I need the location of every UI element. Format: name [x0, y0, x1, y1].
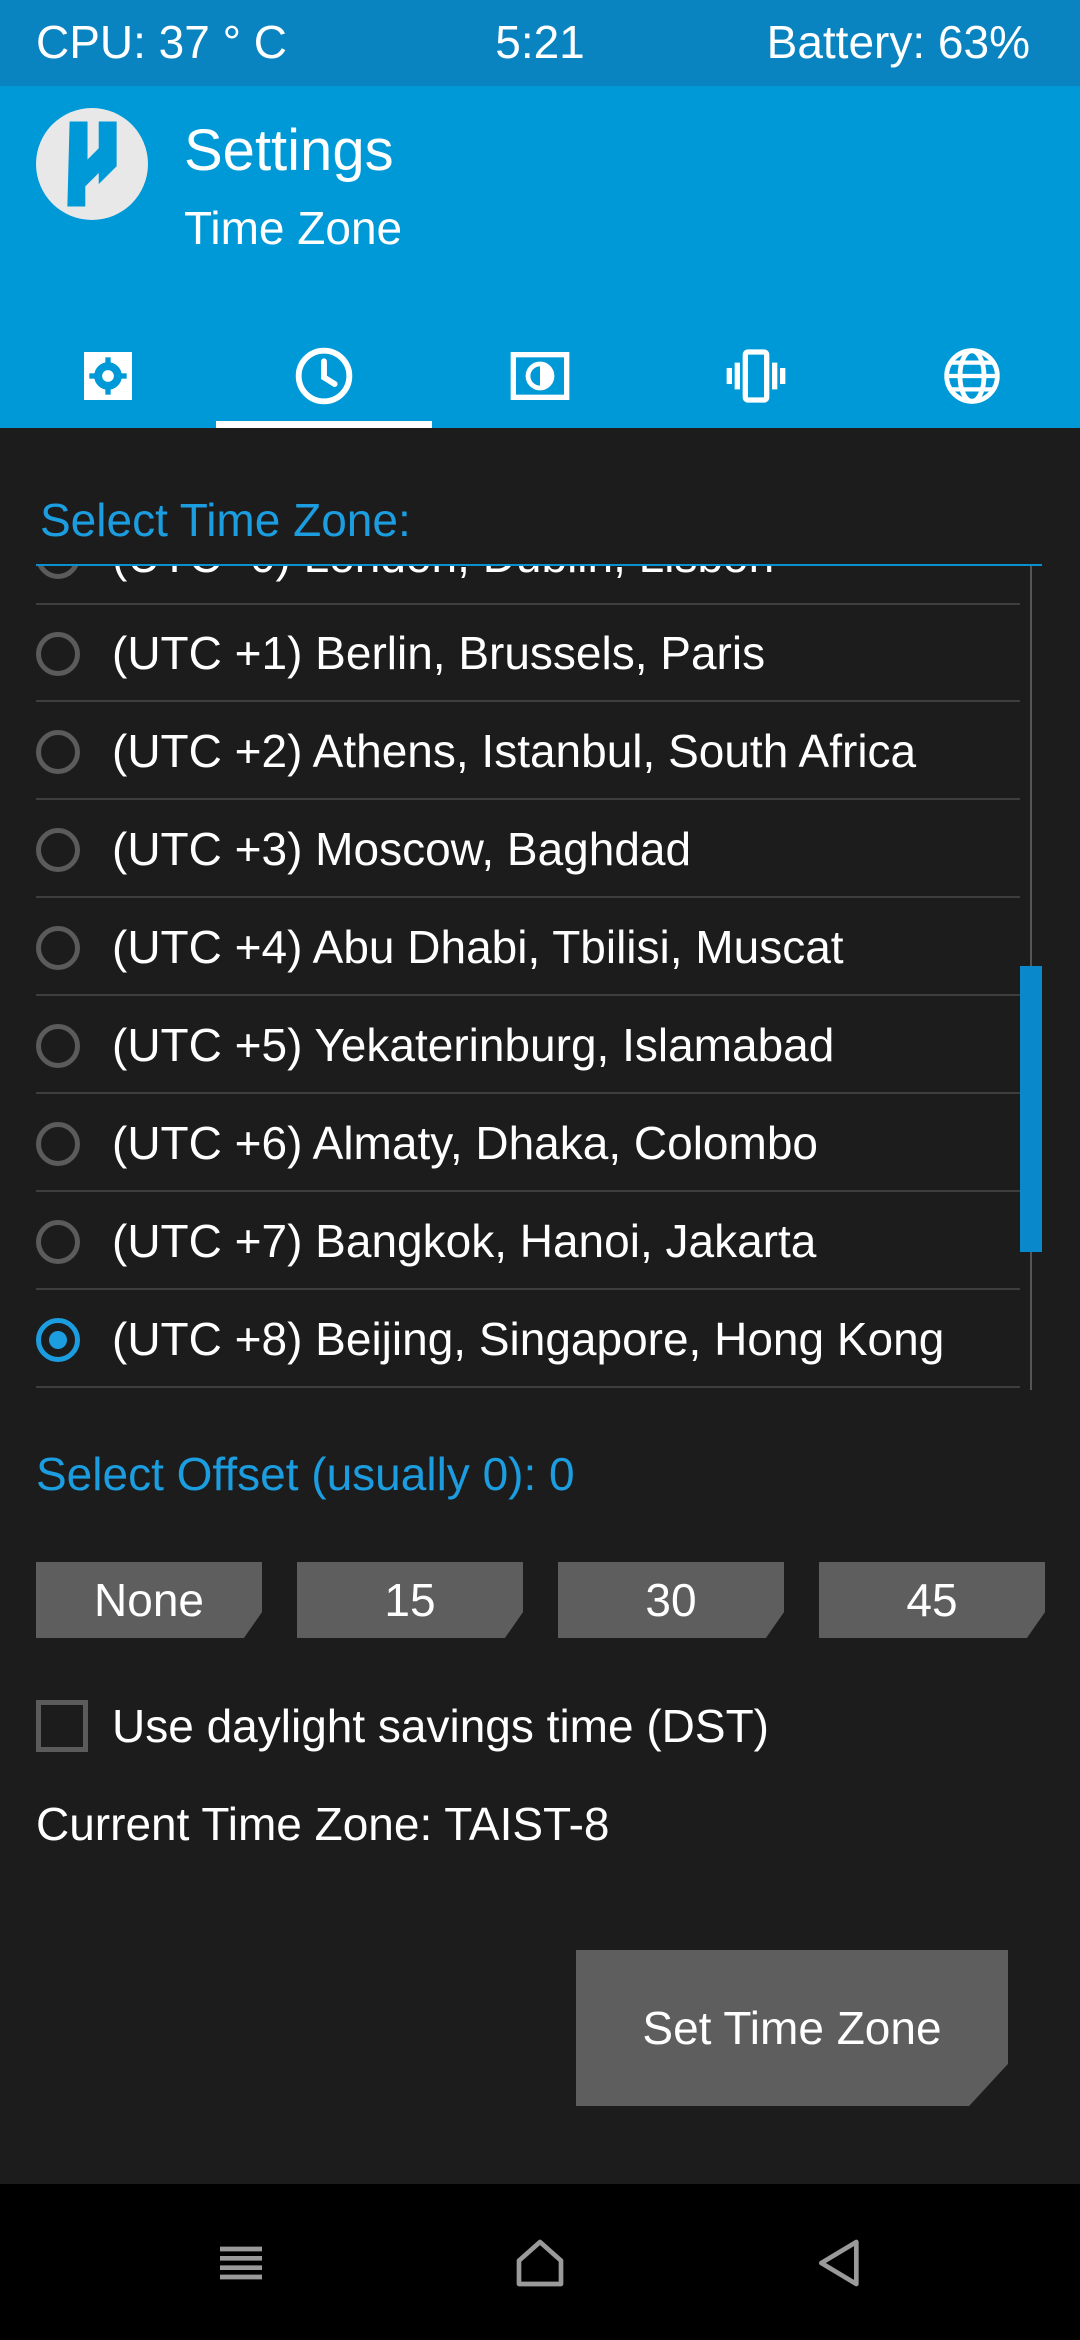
tab-screen[interactable] — [432, 324, 648, 428]
time-zone-label: (UTC -0) London, Dublin, Lisbon — [112, 566, 774, 586]
dst-label[interactable]: Use daylight savings time (DST) — [112, 1696, 769, 1756]
offset-45-button[interactable]: 45 — [819, 1562, 1045, 1638]
time-zone-option[interactable]: (UTC +4) Abu Dhabi, Tbilisi, Muscat — [36, 897, 1020, 996]
time-zone-list[interactable]: (UTC -0) London, Dublin, Lisbon (UTC +1)… — [36, 564, 1042, 1390]
home-icon — [516, 2239, 564, 2287]
navigation-bar — [0, 2184, 1080, 2340]
battery-level: Battery: 63% — [766, 16, 1030, 68]
list-scrollbar[interactable] — [1020, 966, 1042, 1252]
time-zone-label: (UTC +6) Almaty, Dhaka, Colombo — [112, 1117, 818, 1169]
tab-general[interactable] — [0, 324, 216, 428]
dst-checkbox[interactable] — [36, 1700, 88, 1752]
brightness-icon — [510, 352, 570, 400]
clock-icon — [295, 347, 353, 405]
radio-button[interactable] — [36, 730, 80, 774]
time-zone-label: (UTC +7) Bangkok, Hanoi, Jakarta — [112, 1215, 817, 1267]
time-zone-option[interactable]: (UTC +5) Yekaterinburg, Islamabad — [36, 995, 1020, 1094]
time-zone-option[interactable]: (UTC +3) Moscow, Baghdad — [36, 799, 1020, 898]
home-button[interactable] — [495, 2218, 585, 2308]
tab-language[interactable] — [864, 324, 1080, 428]
radio-button-selected[interactable] — [36, 1318, 80, 1362]
time-zone-option[interactable]: (UTC +6) Almaty, Dhaka, Colombo — [36, 1093, 1020, 1192]
active-tab-indicator — [216, 421, 432, 428]
time-zone-label: (UTC +3) Moscow, Baghdad — [112, 823, 692, 875]
offset-none-button[interactable]: None — [36, 1562, 262, 1638]
offset-30-button[interactable]: 30 — [558, 1562, 784, 1638]
vibrate-icon — [726, 349, 786, 403]
header: Settings Time Zone — [0, 86, 1080, 428]
radio-button[interactable] — [36, 1220, 80, 1264]
time-zone-option[interactable]: (UTC +1) Berlin, Brussels, Paris — [36, 603, 1020, 702]
tab-time-zone[interactable] — [216, 324, 432, 428]
time-zone-label: (UTC +8) Beijing, Singapore, Hong Kong — [112, 1313, 945, 1365]
time-zone-option-selected[interactable]: (UTC +8) Beijing, Singapore, Hong Kong — [36, 1289, 1020, 1388]
time-zone-option[interactable]: (UTC +2) Athens, Istanbul, South Africa — [36, 701, 1020, 800]
page-subtitle: Time Zone — [184, 202, 403, 254]
radio-button[interactable] — [36, 828, 80, 872]
select-offset-label: Select Offset (usually 0): 0 — [36, 1448, 575, 1500]
back-icon — [819, 2239, 859, 2287]
time-zone-label: (UTC +1) Berlin, Brussels, Paris — [112, 627, 766, 679]
menu-button[interactable] — [196, 2218, 286, 2308]
select-time-zone-label: Select Time Zone: — [40, 494, 411, 546]
app-logo-icon — [36, 108, 148, 220]
set-time-zone-button[interactable]: Set Time Zone — [576, 1950, 1008, 2106]
current-time-zone: Current Time Zone: TAIST-8 — [36, 1798, 610, 1850]
time-zone-label: (UTC +5) Yekaterinburg, Islamabad — [112, 1019, 835, 1071]
radio-button[interactable] — [36, 566, 80, 579]
offset-15-button[interactable]: 15 — [297, 1562, 523, 1638]
time-zone-label: (UTC +4) Abu Dhabi, Tbilisi, Muscat — [112, 921, 844, 973]
time-zone-label: (UTC +2) Athens, Istanbul, South Africa — [112, 725, 917, 777]
time-zone-option[interactable]: (UTC +7) Bangkok, Hanoi, Jakarta — [36, 1191, 1020, 1290]
radio-button[interactable] — [36, 1024, 80, 1068]
radio-button[interactable] — [36, 632, 80, 676]
menu-icon — [220, 2246, 262, 2280]
radio-button[interactable] — [36, 1122, 80, 1166]
status-bar: CPU: 37 ° C 5:21 Battery: 63% — [0, 0, 1080, 86]
tab-bar — [0, 324, 1080, 428]
globe-icon — [944, 348, 1000, 404]
time-zone-option[interactable]: (UTC -0) London, Dublin, Lisbon — [36, 566, 1020, 605]
page-title: Settings — [184, 118, 394, 183]
gear-icon — [84, 352, 132, 400]
tab-vibration[interactable] — [648, 324, 864, 428]
back-button[interactable] — [795, 2218, 885, 2308]
radio-button[interactable] — [36, 926, 80, 970]
